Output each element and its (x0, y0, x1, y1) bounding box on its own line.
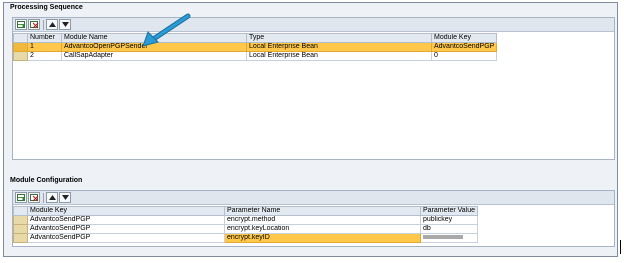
module-configuration-toolbar (13, 191, 614, 205)
module-name-cell[interactable]: CallSapAdapter (61, 51, 247, 61)
header-row: Module Key Parameter Name Parameter Valu… (13, 206, 479, 216)
delete-row-icon (29, 193, 38, 201)
insert-row-icon (16, 20, 25, 28)
column-header-parameter-value[interactable]: Parameter Value (419, 206, 479, 216)
insert-row-button[interactable] (15, 19, 27, 30)
header-row: Number Module Name Type Module Key (13, 33, 498, 43)
toolbar-separator (43, 193, 44, 203)
move-up-icon (48, 22, 56, 27)
table-row[interactable]: AdvantcoSendPGP encrypt.method publickey (13, 215, 479, 225)
module-key-cell[interactable]: AdvantcoSendPGP (430, 42, 498, 52)
masked-value-field[interactable] (423, 235, 463, 240)
number-cell[interactable]: 2 (27, 51, 62, 61)
processing-sequence-title: Processing Sequence (10, 4, 83, 11)
parameter-value-cell[interactable]: publickey (419, 215, 479, 225)
column-header-parameter-name[interactable]: Parameter Name (224, 206, 421, 216)
module-configuration-title: Module Configuration (10, 177, 83, 184)
select-all-cell[interactable] (13, 33, 28, 43)
move-down-icon (61, 195, 69, 200)
toolbar-separator (43, 20, 44, 30)
column-header-number[interactable]: Number (27, 33, 62, 43)
move-down-button[interactable] (59, 19, 71, 30)
move-down-button[interactable] (59, 192, 71, 203)
delete-row-button[interactable] (28, 19, 40, 30)
text-cursor (620, 240, 621, 254)
module-configuration-table: Module Key Parameter Name Parameter Valu… (12, 190, 615, 247)
move-up-button[interactable] (46, 192, 58, 203)
column-header-type[interactable]: Type (246, 33, 432, 43)
insert-row-icon (16, 193, 25, 201)
row-selector[interactable] (13, 233, 28, 243)
column-header-module-key[interactable]: Module Key (430, 33, 498, 43)
table-row[interactable]: 2 CallSapAdapter Local Enterprise Bean 0 (13, 51, 498, 61)
delete-row-icon (29, 20, 38, 28)
parameter-value-cell[interactable] (419, 233, 479, 243)
module-key-cell[interactable]: AdvantcoSendPGP (27, 233, 225, 243)
select-all-cell[interactable] (13, 206, 28, 216)
callout-arrow-icon (142, 13, 191, 47)
row-selector[interactable] (13, 51, 28, 61)
type-cell[interactable]: Local Enterprise Bean (246, 51, 432, 61)
module-key-cell[interactable]: 0 (430, 51, 498, 61)
table-row[interactable]: 1 AdvantcoOpenPGPSender Local Enterprise… (13, 42, 498, 52)
row-selector[interactable] (13, 42, 28, 52)
parameter-name-cell[interactable]: encrypt.method (224, 215, 421, 225)
type-cell[interactable]: Local Enterprise Bean (246, 42, 432, 52)
column-header-module-key[interactable]: Module Key (27, 206, 225, 216)
move-down-icon (61, 22, 69, 27)
move-up-icon (48, 195, 56, 200)
row-selector[interactable] (13, 224, 28, 234)
table-row[interactable]: AdvantcoSendPGP encrypt.keyID (13, 233, 479, 243)
parameter-name-cell[interactable]: encrypt.keyLocation (224, 224, 421, 234)
move-up-button[interactable] (46, 19, 58, 30)
row-selector[interactable] (13, 215, 28, 225)
module-key-cell[interactable]: AdvantcoSendPGP (27, 224, 225, 234)
delete-row-button[interactable] (28, 192, 40, 203)
processing-sequence-table: Number Module Name Type Module Key 1 Adv… (12, 17, 615, 160)
processing-sequence-grid: Number Module Name Type Module Key 1 Adv… (13, 33, 498, 61)
parameter-name-cell[interactable]: encrypt.keyID (224, 233, 421, 243)
number-cell[interactable]: 1 (27, 42, 62, 52)
table-row[interactable]: AdvantcoSendPGP encrypt.keyLocation db (13, 224, 479, 234)
module-configuration-grid: Module Key Parameter Name Parameter Valu… (13, 206, 479, 243)
module-key-cell[interactable]: AdvantcoSendPGP (27, 215, 225, 225)
parameter-value-cell[interactable]: db (419, 224, 479, 234)
insert-row-button[interactable] (15, 192, 27, 203)
processing-sequence-toolbar (13, 18, 614, 32)
